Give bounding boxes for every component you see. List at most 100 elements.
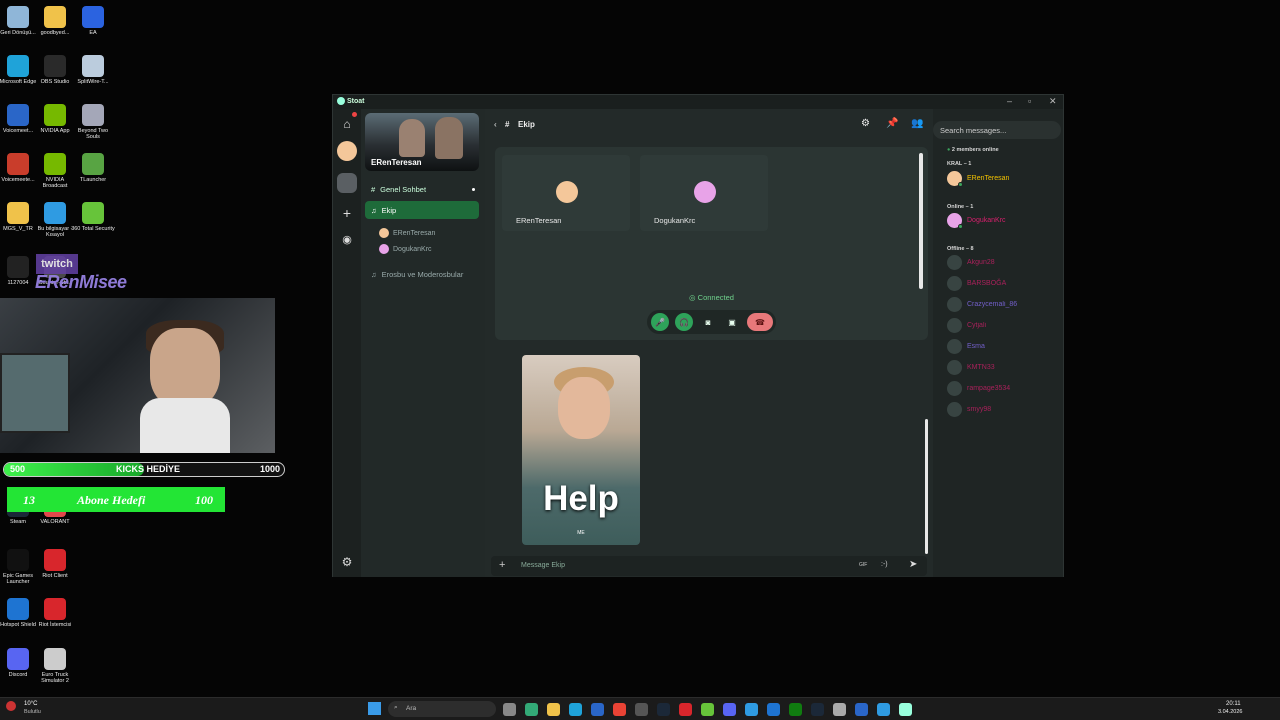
member-item[interactable]: Esma bbox=[947, 339, 985, 354]
taskbar-app-icon[interactable] bbox=[547, 703, 560, 716]
windows-start-icon[interactable] bbox=[368, 702, 381, 715]
taskbar-app-icon[interactable] bbox=[657, 703, 670, 716]
clock-time[interactable]: 20:11 bbox=[1226, 701, 1241, 707]
app-icon bbox=[82, 104, 104, 126]
desktop-icon[interactable]: EA bbox=[71, 6, 115, 36]
emoji-icon[interactable]: :-) bbox=[881, 561, 888, 568]
screen-share-icon[interactable]: ▣ bbox=[723, 313, 741, 331]
taskbar-app-icon[interactable] bbox=[767, 703, 780, 716]
discover-icon[interactable]: ◉ bbox=[337, 229, 357, 249]
scrollbar[interactable] bbox=[925, 419, 928, 554]
member-item[interactable]: Cytjali bbox=[947, 318, 986, 333]
weather-temp[interactable]: 10°C bbox=[24, 701, 37, 707]
pin-icon[interactable]: 📌 bbox=[886, 118, 898, 129]
channel-title: Ekip bbox=[518, 120, 535, 129]
add-server-icon[interactable]: + bbox=[337, 203, 357, 223]
microphone-icon[interactable]: 🎤 bbox=[651, 313, 669, 331]
kick-goal-bar: 500 KICKS HEDİYE 1000 bbox=[3, 462, 285, 477]
avatar bbox=[947, 402, 962, 417]
desktop-icon[interactable]: Beyond Two Souls bbox=[71, 104, 115, 141]
taskbar-app-icon[interactable] bbox=[877, 703, 890, 716]
app-logo-icon bbox=[337, 97, 345, 105]
settings-gear-icon[interactable]: ⚙ bbox=[337, 552, 357, 572]
webcam-overlay bbox=[0, 298, 275, 453]
kick-goal-current: 500 bbox=[10, 464, 26, 474]
camera-icon[interactable]: ◙ bbox=[699, 313, 717, 331]
participant-tile[interactable]: DogukanKrc bbox=[640, 155, 768, 231]
member-item[interactable]: Crazycemali_86 bbox=[947, 297, 1017, 312]
members-icon[interactable]: 👥 bbox=[911, 118, 923, 129]
member-item[interactable]: DogukanKrc bbox=[947, 213, 1006, 229]
taskbar-app-icon[interactable] bbox=[833, 703, 846, 716]
gif-button[interactable]: GIF bbox=[859, 562, 867, 568]
taskbar-app-icon[interactable] bbox=[723, 703, 736, 716]
server-icon-erenteresan[interactable] bbox=[337, 173, 357, 193]
desktop-icon[interactable]: Riot İstemcisi bbox=[33, 598, 77, 628]
member-item[interactable]: ERenTeresan bbox=[947, 171, 1009, 187]
message-image[interactable]: Help ME bbox=[522, 355, 640, 545]
clock-date[interactable]: 3.04.2026 bbox=[1218, 709, 1242, 715]
message-input[interactable]: Message Ekip bbox=[521, 562, 565, 569]
member-group-offline: Offline – 8 bbox=[947, 246, 974, 252]
voice-member[interactable]: DogukanKrc bbox=[379, 244, 432, 254]
taskbar-app-icon[interactable] bbox=[701, 703, 714, 716]
desktop-icon[interactable]: SplitWire-T... bbox=[71, 55, 115, 85]
app-icon bbox=[7, 202, 29, 224]
member-item[interactable]: rampage3534 bbox=[947, 381, 1010, 396]
desktop-icon[interactable]: Riot Client bbox=[33, 549, 77, 579]
chat-area: ‹ # Ekip ⚙ 📌 👥 ERenTeresan DogukanKrc ◎ … bbox=[485, 109, 933, 577]
taskbar-app-icon[interactable] bbox=[569, 703, 582, 716]
taskbar-app-icon[interactable] bbox=[811, 703, 824, 716]
member-group-kral: KRAL – 1 bbox=[947, 161, 972, 167]
hang-up-icon[interactable]: ☎ bbox=[747, 313, 773, 331]
back-chevron-icon[interactable]: ‹ bbox=[494, 120, 497, 129]
avatar bbox=[947, 360, 962, 375]
taskbar-app-icon[interactable] bbox=[613, 703, 626, 716]
message-composer: + Message Ekip GIF :-) ➤ bbox=[491, 556, 927, 576]
close-button[interactable]: ✕ bbox=[1049, 96, 1057, 107]
app-icon bbox=[44, 104, 66, 126]
minimize-button[interactable]: – bbox=[1007, 96, 1012, 106]
headphones-icon[interactable]: 🎧 bbox=[675, 313, 693, 331]
taskbar-app-icon[interactable] bbox=[591, 703, 604, 716]
participant-tile[interactable]: ERenTeresan bbox=[502, 155, 630, 231]
desktop-icon[interactable]: Euro Truck Simulator 2 bbox=[33, 648, 77, 685]
channel-erosbu[interactable]: ♫ Erosbu ve Moderosbular bbox=[365, 265, 479, 283]
taskbar-app-icon[interactable] bbox=[789, 703, 802, 716]
taskbar-app-icon[interactable] bbox=[525, 703, 538, 716]
scrollbar[interactable] bbox=[919, 153, 923, 289]
stoat-window: Stoat – ▫ ✕ ⌂ + ◉ ⚙ ERenTeresan # Genel … bbox=[332, 94, 1064, 577]
send-icon[interactable]: ➤ bbox=[909, 559, 917, 570]
taskbar-app-icon[interactable] bbox=[503, 703, 516, 716]
taskbar-app-icon[interactable] bbox=[679, 703, 692, 716]
taskbar-app-icon[interactable] bbox=[899, 703, 912, 716]
app-icon bbox=[44, 6, 66, 28]
taskbar-search[interactable]: ⌕ Ara bbox=[388, 701, 496, 717]
meme-text: Help bbox=[543, 479, 619, 518]
home-icon[interactable]: ⌂ bbox=[337, 114, 357, 134]
member-list: Search messages... ● 2 members online KR… bbox=[933, 109, 1063, 577]
server-rail: ⌂ + ◉ ⚙ bbox=[333, 109, 361, 577]
voice-member[interactable]: ERenTeresan bbox=[379, 228, 435, 238]
maximize-button[interactable]: ▫ bbox=[1028, 96, 1031, 106]
channel-genel-sohbet[interactable]: # Genel Sohbet bbox=[365, 180, 479, 198]
kick-goal-label: KICKS HEDİYE bbox=[116, 464, 181, 474]
taskbar-app-icon[interactable] bbox=[855, 703, 868, 716]
desktop-icon[interactable]: TLauncher bbox=[71, 153, 115, 183]
server-banner[interactable]: ERenTeresan bbox=[365, 113, 479, 171]
headphones-icon: ♫ bbox=[371, 269, 377, 279]
member-item[interactable]: smyy98 bbox=[947, 402, 991, 417]
dm-avatar[interactable] bbox=[337, 141, 357, 161]
gear-icon[interactable]: ⚙ bbox=[861, 118, 870, 129]
app-icon bbox=[82, 153, 104, 175]
app-icon bbox=[7, 598, 29, 620]
member-item[interactable]: BARSBOĞA bbox=[947, 276, 1006, 291]
taskbar-app-icon[interactable] bbox=[745, 703, 758, 716]
desktop-icon[interactable]: 360 Total Security bbox=[71, 202, 115, 232]
member-item[interactable]: Akgun28 bbox=[947, 255, 995, 270]
member-item[interactable]: KMTN33 bbox=[947, 360, 995, 375]
add-attachment-icon[interactable]: + bbox=[499, 559, 505, 571]
channel-ekip[interactable]: ♫ Ekip bbox=[365, 201, 479, 219]
search-input[interactable]: Search messages... bbox=[933, 121, 1061, 139]
taskbar-app-icon[interactable] bbox=[635, 703, 648, 716]
